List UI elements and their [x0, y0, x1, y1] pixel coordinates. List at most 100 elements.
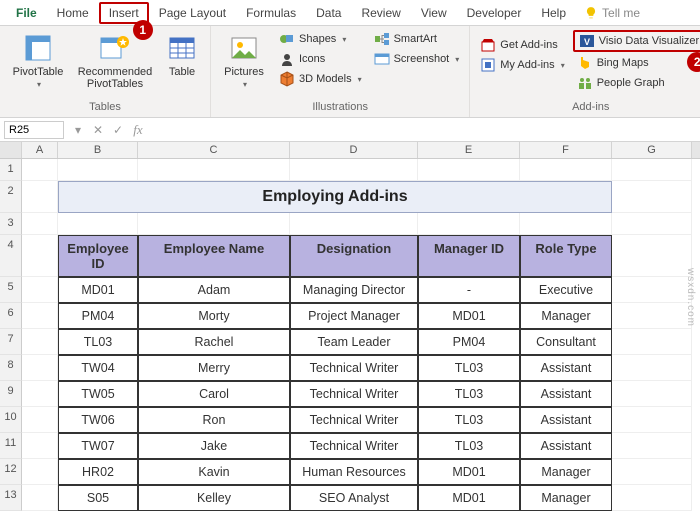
sheet-title[interactable]: Employing Add-ins — [58, 181, 612, 213]
tab-pagelayout[interactable]: Page Layout — [149, 2, 236, 24]
col-header[interactable]: A — [22, 142, 58, 158]
table-cell[interactable]: TL03 — [418, 381, 520, 407]
cell[interactable] — [612, 407, 692, 433]
row-header[interactable]: 4 — [0, 235, 22, 277]
bing-maps-button[interactable]: Bing Maps — [573, 54, 700, 72]
table-cell[interactable]: TL03 — [418, 433, 520, 459]
table-header-cell[interactable]: Employee Name — [138, 235, 290, 277]
table-cell[interactable]: Rachel — [138, 329, 290, 355]
table-cell[interactable]: Merry — [138, 355, 290, 381]
cell[interactable] — [612, 459, 692, 485]
cell[interactable] — [418, 213, 520, 235]
formula-bar[interactable] — [148, 128, 700, 132]
cell[interactable] — [138, 213, 290, 235]
col-header[interactable]: E — [418, 142, 520, 158]
table-cell[interactable]: Technical Writer — [290, 407, 418, 433]
cell[interactable] — [612, 213, 692, 235]
row-header[interactable]: 1 — [0, 159, 22, 181]
my-addins-button[interactable]: My Add-ins▾ — [476, 56, 568, 74]
cell[interactable] — [612, 329, 692, 355]
cell[interactable] — [612, 485, 692, 511]
row-header[interactable]: 10 — [0, 407, 22, 433]
col-header[interactable]: B — [58, 142, 138, 158]
table-cell[interactable]: MD01 — [418, 485, 520, 511]
table-cell[interactable]: Team Leader — [290, 329, 418, 355]
cell[interactable] — [22, 277, 58, 303]
cell[interactable] — [612, 355, 692, 381]
table-cell[interactable]: Manager — [520, 459, 612, 485]
table-cell[interactable]: Carol — [138, 381, 290, 407]
tab-review[interactable]: Review — [351, 2, 410, 24]
table-cell[interactable]: MD01 — [58, 277, 138, 303]
select-all-corner[interactable] — [0, 142, 22, 158]
cancel-formula-button[interactable]: ✕ — [88, 123, 108, 137]
tab-developer[interactable]: Developer — [457, 2, 532, 24]
tab-file[interactable]: File — [6, 2, 47, 24]
table-cell[interactable]: - — [418, 277, 520, 303]
tab-formulas[interactable]: Formulas — [236, 2, 306, 24]
cell[interactable] — [520, 213, 612, 235]
table-header-cell[interactable]: Designation — [290, 235, 418, 277]
table-cell[interactable]: Executive — [520, 277, 612, 303]
cell[interactable] — [290, 213, 418, 235]
cell[interactable] — [612, 159, 692, 181]
table-header-cell[interactable]: Manager ID — [418, 235, 520, 277]
table-header-cell[interactable]: Role Type — [520, 235, 612, 277]
cell[interactable] — [138, 159, 290, 181]
table-header-cell[interactable]: Employee ID — [58, 235, 138, 277]
pictures-button[interactable]: Pictures▾ — [217, 30, 271, 89]
table-cell[interactable]: Morty — [138, 303, 290, 329]
row-header[interactable]: 11 — [0, 433, 22, 459]
cell[interactable] — [22, 459, 58, 485]
screenshot-button[interactable]: Screenshot▾ — [370, 50, 464, 68]
table-cell[interactable]: Technical Writer — [290, 355, 418, 381]
cell[interactable] — [290, 159, 418, 181]
cell[interactable] — [520, 159, 612, 181]
row-header[interactable]: 2 — [0, 181, 22, 213]
table-cell[interactable]: S05 — [58, 485, 138, 511]
table-cell[interactable]: TW04 — [58, 355, 138, 381]
row-header[interactable]: 6 — [0, 303, 22, 329]
insert-function-button[interactable]: fx — [128, 122, 148, 138]
table-cell[interactable]: Manager — [520, 485, 612, 511]
tab-insert[interactable]: Insert 1 — [99, 2, 149, 24]
shapes-button[interactable]: Shapes▾ — [275, 30, 366, 48]
cell[interactable] — [22, 433, 58, 459]
table-cell[interactable]: Manager — [520, 303, 612, 329]
namebox-dropdown[interactable]: ▾ — [68, 123, 88, 137]
cell[interactable] — [22, 355, 58, 381]
cell[interactable] — [418, 159, 520, 181]
table-cell[interactable]: Managing Director — [290, 277, 418, 303]
row-header[interactable]: 12 — [0, 459, 22, 485]
enter-formula-button[interactable]: ✓ — [108, 123, 128, 137]
tab-data[interactable]: Data — [306, 2, 351, 24]
cell[interactable] — [58, 213, 138, 235]
col-header[interactable]: G — [612, 142, 692, 158]
table-cell[interactable]: TL03 — [418, 355, 520, 381]
smartart-button[interactable]: SmartArt — [370, 30, 464, 48]
cell[interactable] — [22, 303, 58, 329]
cell[interactable] — [22, 235, 58, 277]
table-cell[interactable]: MD01 — [418, 459, 520, 485]
tab-help[interactable]: Help — [531, 2, 576, 24]
table-cell[interactable]: TL03 — [58, 329, 138, 355]
cell[interactable] — [612, 433, 692, 459]
cell[interactable] — [612, 181, 692, 213]
cell[interactable] — [58, 159, 138, 181]
row-header[interactable]: 13 — [0, 485, 22, 511]
row-header[interactable]: 5 — [0, 277, 22, 303]
name-box[interactable] — [4, 121, 64, 139]
table-cell[interactable]: PM04 — [418, 329, 520, 355]
cell[interactable] — [22, 213, 58, 235]
tell-me-search[interactable]: Tell me — [584, 6, 640, 20]
cell[interactable] — [22, 159, 58, 181]
visio-data-visualizer-button[interactable]: V Visio Data Visualizer 2 — [573, 30, 700, 52]
table-cell[interactable]: Assistant — [520, 433, 612, 459]
table-cell[interactable]: TW06 — [58, 407, 138, 433]
icons-button[interactable]: Icons — [275, 50, 366, 68]
table-cell[interactable]: Kavin — [138, 459, 290, 485]
row-header[interactable]: 9 — [0, 381, 22, 407]
row-header[interactable]: 3 — [0, 213, 22, 235]
row-header[interactable]: 7 — [0, 329, 22, 355]
table-button[interactable]: Table — [160, 30, 204, 78]
